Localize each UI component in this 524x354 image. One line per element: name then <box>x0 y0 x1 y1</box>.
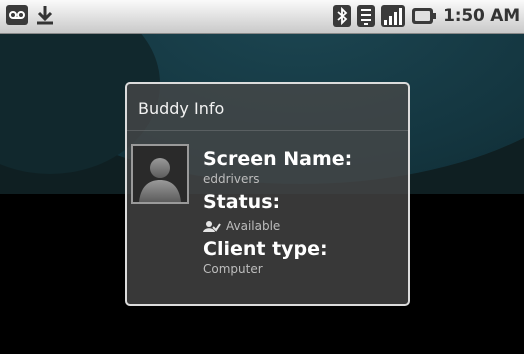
screen-name-text: eddrivers <box>203 172 260 186</box>
client-type-value: Computer <box>203 261 352 277</box>
dialog-title: Buddy Info <box>138 99 225 118</box>
status-text: Available <box>226 219 281 233</box>
buddy-details: Screen Name: eddrivers Status: Available… <box>203 148 352 277</box>
screen-name-value: eddrivers <box>203 171 352 187</box>
screen-name-label: Screen Name: <box>203 148 353 170</box>
status-value: Available <box>203 218 352 234</box>
download-icon <box>34 4 56 26</box>
battery-icon <box>411 5 437 27</box>
status-bar: 1:50 AM <box>0 0 524 34</box>
buddy-available-icon <box>203 221 221 232</box>
person-silhouette-icon <box>139 158 181 202</box>
status-clock: 1:50 AM <box>443 6 520 26</box>
signal-icon <box>381 5 406 27</box>
voicemail-icon <box>6 5 28 25</box>
wifi-icon <box>357 5 376 27</box>
avatar <box>131 144 189 204</box>
bluetooth-icon <box>333 5 352 27</box>
status-label: Status: <box>203 191 281 213</box>
buddy-info-dialog[interactable]: Buddy Info Screen Name: eddrivers Status… <box>125 82 410 306</box>
dialog-divider <box>127 130 408 131</box>
client-type-text: Computer <box>203 262 263 276</box>
client-type-label: Client type: <box>203 238 328 260</box>
